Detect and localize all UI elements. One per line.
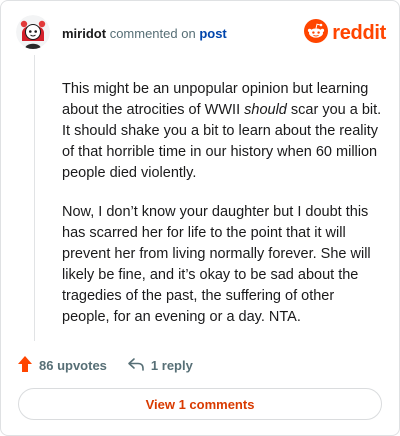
reddit-wordmark: reddit <box>332 21 386 44</box>
reddit-brand[interactable]: reddit <box>304 18 386 48</box>
view-comments-button[interactable]: View 1 comments <box>18 388 382 420</box>
comment-paragraph-2: Now, I don’t know your daughter but I do… <box>62 204 371 325</box>
upvote-arrow-icon <box>17 355 39 376</box>
reply-button[interactable]: 1 reply <box>127 356 193 375</box>
emphasis-text: should <box>244 102 287 118</box>
username-link[interactable]: miridot <box>62 26 106 41</box>
user-avatar[interactable] <box>16 15 50 49</box>
comment-paragraph-1: This might be an unpopular opinion but l… <box>62 81 382 181</box>
reddit-logo-icon <box>304 18 329 48</box>
action-text: commented on <box>109 26 196 41</box>
comment-meta: miridot commented on post <box>62 26 227 41</box>
comment-actions: 86 upvotes 1 reply <box>17 353 193 377</box>
thread-line <box>34 55 35 341</box>
comment-header: miridot commented on post reddit <box>16 15 386 51</box>
comment-card: miridot commented on post reddit This mi… <box>0 0 400 436</box>
reply-count: 1 reply <box>150 357 193 373</box>
comment-body: This might be an unpopular opinion but l… <box>62 79 382 346</box>
upvote-button[interactable]: 86 upvotes <box>17 355 107 376</box>
upvote-count: 86 upvotes <box>39 357 107 373</box>
reply-arrow-icon <box>127 356 151 375</box>
post-link[interactable]: post <box>199 26 226 41</box>
